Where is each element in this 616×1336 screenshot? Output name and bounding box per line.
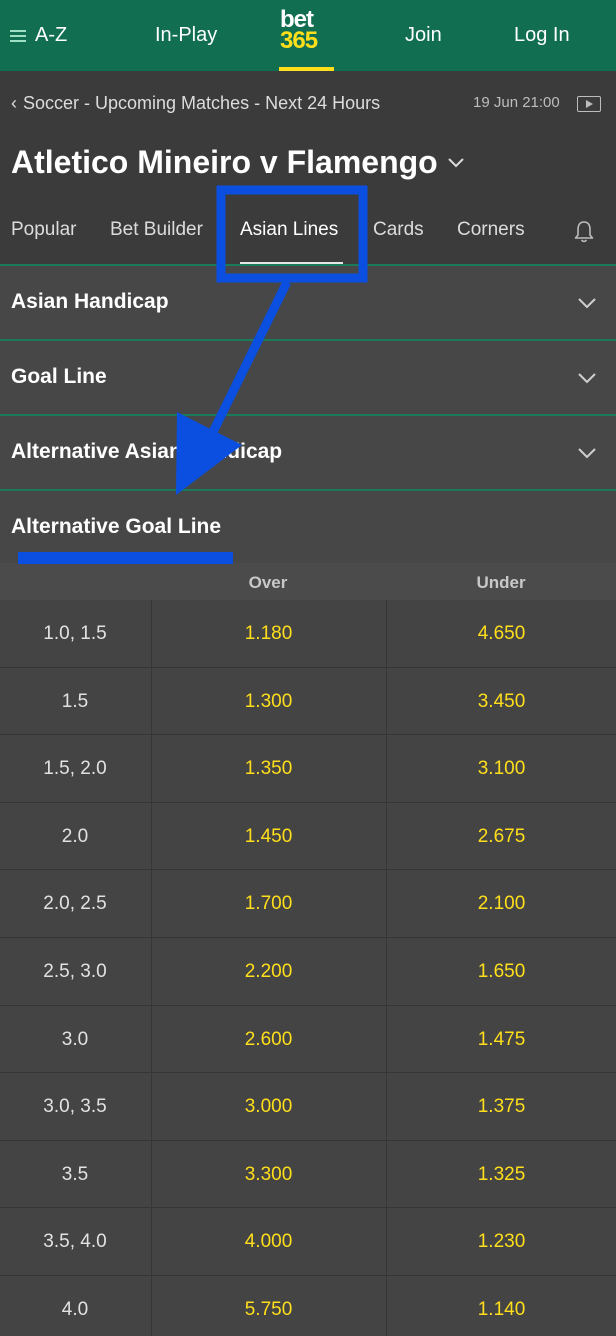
goal-line-value: 3.5 [61,1163,89,1185]
over-odds[interactable]: 4.000 [151,1208,385,1276]
tab-bet-builder[interactable]: Bet Builder [110,219,203,241]
table-row: 2.0 1.450 2.675 [0,802,616,871]
match-title: Atletico Mineiro v Flamengo [11,144,438,180]
goal-line-value: 2.0 [61,825,89,847]
goal-line-value: 1.5 [61,690,89,712]
under-odds[interactable]: 1.325 [386,1140,616,1208]
chevron-left-icon: ‹ [11,93,17,113]
market-asian-handicap[interactable]: Asian Handicap [0,264,616,339]
chevron-down-icon [578,448,596,459]
goal-line-value: 1.0, 1.5 [43,623,107,644]
under-odds[interactable]: 2.100 [386,870,616,938]
match-header: ‹ Soccer - Upcoming Matches - Next 24 Ho… [0,71,616,266]
market-title: Goal Line [11,365,107,388]
over-odds[interactable]: 3.300 [151,1140,385,1208]
join-button[interactable]: Join [405,0,442,71]
login-button[interactable]: Log In [514,0,570,71]
goal-line-value: 1.5, 2.0 [43,758,107,780]
under-odds[interactable]: 1.650 [386,937,616,1005]
tab-popular[interactable]: Popular [11,219,77,241]
table-row: 1.5, 2.0 1.350 3.100 [0,735,616,803]
chevron-down-icon [578,373,596,384]
az-menu-button[interactable]: A-Z [10,0,67,71]
table-row: 2.5, 3.0 2.200 1.650 [0,937,616,1006]
under-odds[interactable]: 1.375 [386,1073,616,1141]
in-play-link[interactable]: In-Play [155,0,217,71]
table-row: 3.0 2.600 1.475 [0,1005,616,1074]
goal-line-value: 3.0, 3.5 [43,1096,107,1118]
market-alternative-goal-line[interactable]: Alternative Goal Line [0,489,616,564]
table-row: 1.5 1.300 3.450 [0,667,616,736]
over-odds[interactable]: 5.750 [151,1275,385,1336]
market-title: Asian Handicap [11,290,169,313]
odds-table: 1.0, 1.5 1.180 4.650 1.5 1.300 3.450 1.5… [0,600,616,1336]
breadcrumb[interactable]: ‹ Soccer - Upcoming Matches - Next 24 Ho… [11,93,380,114]
table-row: 4.0 5.750 1.140 [0,1275,616,1336]
bet365-logo[interactable]: bet 365 [280,8,334,54]
under-odds[interactable]: 4.650 [386,600,616,667]
breadcrumb-text: Soccer - Upcoming Matches - Next 24 Hour… [23,93,381,113]
az-label: A-Z [35,24,68,46]
tab-cards[interactable]: Cards [373,219,424,241]
under-header: Under [476,573,526,592]
market-goal-line[interactable]: Goal Line [0,339,616,414]
market-tabs: Popular Bet Builder Asian Lines Cards Co… [0,219,616,264]
tab-asian-lines[interactable]: Asian Lines [240,219,338,241]
over-odds[interactable]: 1.700 [151,870,385,938]
chevron-down-icon[interactable] [445,151,467,173]
over-odds[interactable]: 2.600 [151,1005,385,1073]
logo-text-365: 365 [280,27,318,54]
goal-line-value: 3.0 [61,1028,89,1050]
table-row: 3.5 3.300 1.325 [0,1140,616,1209]
over-odds[interactable]: 2.200 [151,937,385,1005]
hamburger-icon [10,29,26,42]
market-title: Alternative Asian Handicap [11,440,283,463]
over-header: Over [248,573,288,592]
chevron-down-icon [578,298,596,309]
under-odds[interactable]: 1.475 [386,1005,616,1073]
top-nav-bar: A-Z In-Play bet 365 Join Log In [0,0,616,71]
under-odds[interactable]: 3.100 [386,735,616,803]
under-odds[interactable]: 1.140 [386,1275,616,1336]
over-odds[interactable]: 3.000 [151,1073,385,1141]
goal-line-value: 4.0 [61,1298,89,1320]
goal-line-value: 2.5, 3.0 [43,960,107,982]
table-row: 2.0, 2.5 1.700 2.100 [0,870,616,938]
under-odds[interactable]: 1.230 [386,1208,616,1276]
over-odds[interactable]: 1.300 [151,667,385,735]
over-odds[interactable]: 1.350 [151,735,385,803]
market-alternative-asian-handicap[interactable]: Alternative Asian Handicap [0,414,616,489]
over-odds[interactable]: 1.180 [151,600,385,667]
table-row: 3.5, 4.0 4.000 1.230 [0,1208,616,1276]
goal-line-value: 2.0, 2.5 [43,893,107,915]
table-row: 1.0, 1.5 1.180 4.650 [0,600,616,668]
under-odds[interactable]: 3.450 [386,667,616,735]
match-datetime: 19 Jun 21:00 [473,94,560,111]
odds-table-header: Over Under [0,563,616,600]
bell-icon[interactable] [572,219,596,245]
goal-line-value: 3.5, 4.0 [43,1231,107,1253]
video-stream-icon[interactable] [577,96,601,112]
under-odds[interactable]: 2.675 [386,802,616,870]
table-row: 3.0, 3.5 3.000 1.375 [0,1073,616,1141]
over-odds[interactable]: 1.450 [151,802,385,870]
tab-corners[interactable]: Corners [457,219,525,241]
market-title: Alternative Goal Line [11,515,222,538]
